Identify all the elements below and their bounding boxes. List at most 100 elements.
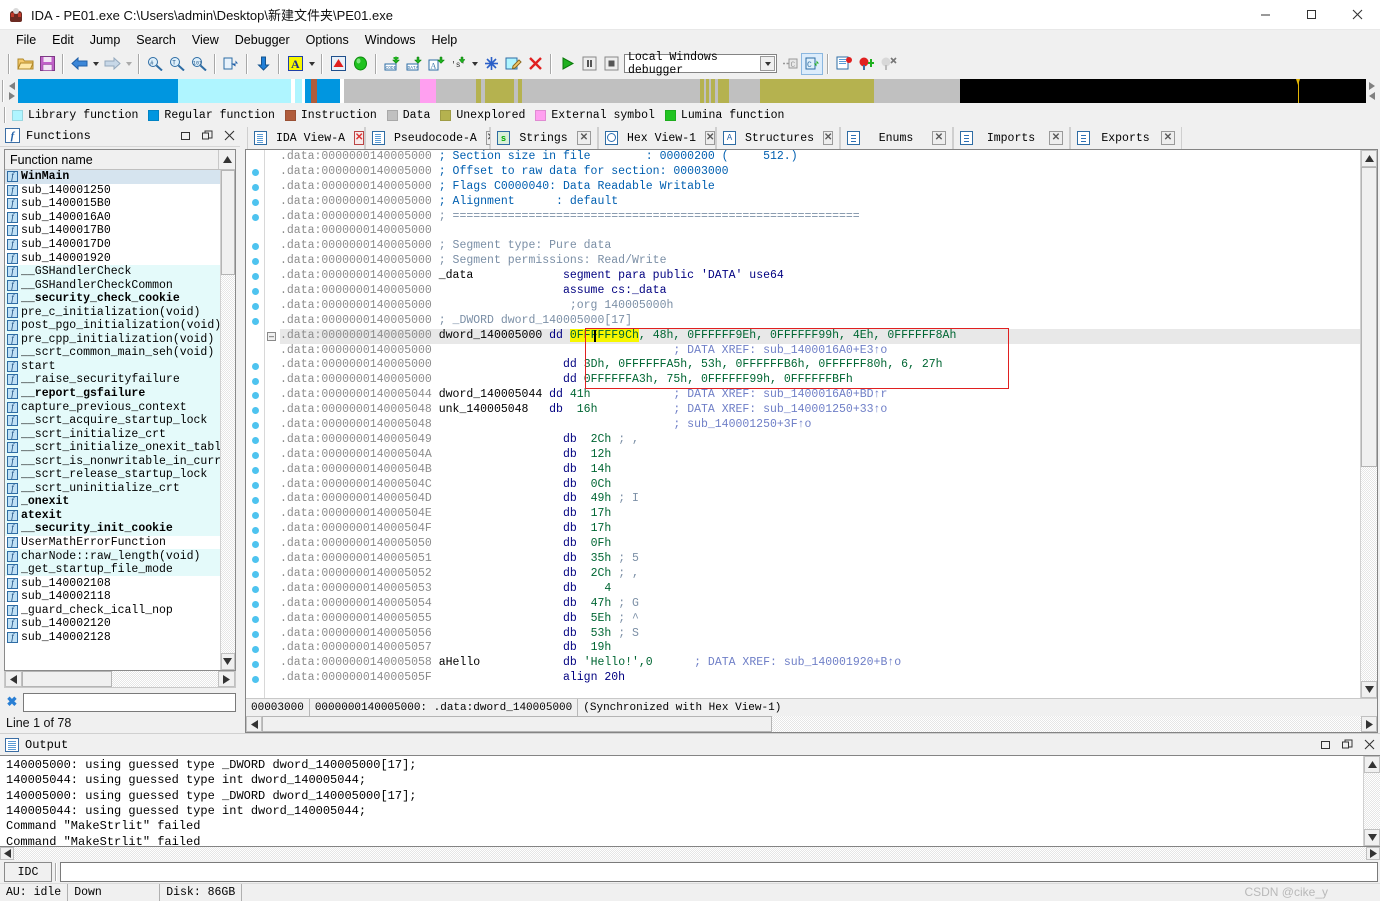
disassembly-code-area[interactable]: .data:0000000140005000 ; Section size in… xyxy=(278,150,1360,698)
fold-toggle-icon[interactable]: – xyxy=(267,331,276,341)
undefine-icon[interactable] xyxy=(524,53,546,75)
scrollbar-track[interactable] xyxy=(1364,773,1380,829)
panel-float-button[interactable] xyxy=(196,126,218,146)
disassembly-line[interactable]: .data:0000000140005000 dword_140005000 d… xyxy=(280,328,1360,344)
function-list-item[interactable]: f sub_1400017B0 xyxy=(5,224,220,238)
disassembly-line[interactable]: .data:000000014000504B db 14h xyxy=(280,463,1360,478)
disassembly-line[interactable]: .data:0000000140005000 ; Alignment : def… xyxy=(280,195,1360,210)
disassembly-line[interactable]: .data:0000000140005000 ; Section size in… xyxy=(280,150,1360,165)
functions-filter-input[interactable] xyxy=(23,692,236,712)
view-tab-imports[interactable]: Imports ✕ xyxy=(953,127,1070,149)
attach-process-icon[interactable]: C xyxy=(779,53,801,75)
disassembly-horizontal-scrollbar[interactable] xyxy=(246,716,1377,732)
scroll-up-button[interactable] xyxy=(218,150,235,169)
make-ascii-icon[interactable]: A xyxy=(425,53,447,75)
make-data-icon[interactable]: DATA xyxy=(403,53,425,75)
scrollbar-track[interactable] xyxy=(1361,467,1377,681)
disassembly-line[interactable]: .data:0000000140005000 dd 3Dh, 0FFFFFFA5… xyxy=(280,358,1360,373)
del-breakpoint-icon[interactable] xyxy=(877,53,899,75)
breakpoint-list-icon[interactable] xyxy=(833,53,855,75)
scrollbar-thumb[interactable] xyxy=(262,716,772,732)
output-vertical-scrollbar[interactable] xyxy=(1363,756,1380,846)
function-list-item[interactable]: f charNode::raw_length(void) xyxy=(5,549,220,563)
function-list-item[interactable]: f WinMain xyxy=(5,170,220,184)
function-list-item[interactable]: f __scrt_initialize_crt xyxy=(5,427,220,441)
output-log[interactable]: 140005000: using guessed type _DWORD dwo… xyxy=(0,756,1363,846)
menu-options[interactable]: Options xyxy=(298,31,357,49)
scrollbar-track[interactable] xyxy=(14,846,1366,860)
rename-dropdown-arrow-icon[interactable] xyxy=(306,53,317,75)
function-list-item[interactable]: f __scrt_uninitialize_crt xyxy=(5,481,220,496)
close-icon[interactable]: ✕ xyxy=(705,131,716,145)
function-list-item[interactable]: f __scrt_initialize_onexit_tables xyxy=(5,440,220,455)
nav-band-scroll-left[interactable] xyxy=(6,79,18,103)
panel-close-button[interactable] xyxy=(1358,735,1380,755)
run-graph-icon[interactable] xyxy=(349,53,371,75)
scroll-right-button[interactable] xyxy=(1366,846,1380,860)
disassembly-line[interactable]: .data:0000000140005055 db 5Eh ; ^ xyxy=(280,612,1360,627)
search-hash-icon[interactable]: # xyxy=(144,53,166,75)
function-list-item[interactable]: f capture_previous_context xyxy=(5,400,220,414)
scroll-right-button[interactable] xyxy=(1361,716,1377,732)
make-code-icon[interactable]: CODE xyxy=(381,53,403,75)
disassembly-line[interactable]: .data:0000000140005000 ; DATA XREF: sub_… xyxy=(280,344,1360,359)
back-dropdown-arrow-icon[interactable] xyxy=(90,53,101,75)
output-horizontal-scrollbar[interactable] xyxy=(0,846,1380,860)
panel-close-button[interactable] xyxy=(218,126,240,146)
disassembly-line[interactable]: .data:0000000140005052 db 2Ch ; , xyxy=(280,567,1360,582)
view-tab-exports[interactable]: Exports ✕ xyxy=(1070,127,1182,149)
rename-icon[interactable]: A xyxy=(284,53,306,75)
pause-icon[interactable] xyxy=(578,53,600,75)
menu-windows[interactable]: Windows xyxy=(357,31,424,49)
disassembly-line[interactable]: .data:0000000140005000 ; Segment type: P… xyxy=(280,239,1360,254)
disassembly-line[interactable]: .data:0000000140005000 ;org 140005000h xyxy=(280,299,1360,314)
close-icon[interactable]: ✕ xyxy=(932,131,946,145)
disassembly-line[interactable]: .data:0000000140005000 ; Offset to raw d… xyxy=(280,165,1360,180)
function-list-item[interactable]: f pre_c_initialization(void) xyxy=(5,305,220,320)
function-list-item[interactable]: f pre_cpp_initialization(void) xyxy=(5,332,220,347)
function-list-item[interactable]: f __scrt_common_main_seh(void) xyxy=(5,346,220,360)
disassembly-line[interactable]: .data:000000014000505F align 20h xyxy=(280,671,1360,686)
function-list-item[interactable]: f sub_140002108 xyxy=(5,576,220,590)
function-list-item[interactable]: f UserMathErrorFunction xyxy=(5,536,220,550)
function-list-item[interactable]: f__scrt_is_nonwritable_in_current xyxy=(5,454,220,469)
open-file-icon[interactable] xyxy=(14,53,36,75)
disassembly-line[interactable]: .data:0000000140005049 db 2Ch ; , xyxy=(280,433,1360,448)
disassembly-line[interactable]: .data:000000014000504D db 49h ; I xyxy=(280,492,1360,507)
view-tab-structures[interactable]: A Structures ✕ xyxy=(716,127,840,149)
function-list-item[interactable]: f sub_140002120 xyxy=(5,617,220,631)
function-list-item[interactable]: f _guard_check_icall_nop xyxy=(5,604,220,618)
function-list-item[interactable]: f _get_startup_file_mode xyxy=(5,562,220,577)
function-list-item[interactable]: f __report_gsfailure xyxy=(5,386,220,401)
close-icon[interactable]: ✕ xyxy=(823,131,834,145)
menu-help[interactable]: Help xyxy=(423,31,465,49)
disassembly-line[interactable]: .data:0000000140005057 db 19h xyxy=(280,641,1360,656)
disassembly-line[interactable]: .data:0000000140005000 ; _DWORD dword_14… xyxy=(280,314,1360,329)
menu-debugger[interactable]: Debugger xyxy=(227,31,298,49)
scroll-left-button[interactable] xyxy=(0,846,14,860)
disassembly-fold-gutter[interactable]: – xyxy=(264,150,278,698)
function-list-item[interactable]: f __GSHandlerCheckCommon xyxy=(5,278,220,292)
disassembly-line[interactable]: .data:0000000140005000 dd 0FFFFFFA3h, 75… xyxy=(280,373,1360,388)
view-tab-strings[interactable]: s Strings ✕ xyxy=(490,127,598,149)
problems-icon[interactable] xyxy=(327,53,349,75)
scroll-down-button[interactable] xyxy=(1364,828,1380,846)
function-list-item[interactable]: f __security_check_cookie xyxy=(5,291,220,306)
jump-xref-icon[interactable] xyxy=(220,53,242,75)
edit-function-icon[interactable] xyxy=(502,53,524,75)
functions-list[interactable]: f WinMain f sub_140001250 f sub_1400015B0 f sub… xyxy=(5,170,220,670)
close-icon[interactable]: ✕ xyxy=(354,131,365,145)
menu-view[interactable]: View xyxy=(184,31,227,49)
menu-jump[interactable]: Jump xyxy=(82,31,129,49)
close-button[interactable] xyxy=(1334,0,1380,30)
save-file-icon[interactable] xyxy=(36,53,58,75)
function-list-item[interactable]: f __scrt_acquire_startup_lock xyxy=(5,413,220,428)
function-list-item[interactable]: f sub_140001920 xyxy=(5,251,220,265)
disassembly-line[interactable]: .data:000000014000504A db 12h xyxy=(280,448,1360,463)
navigation-band[interactable] xyxy=(18,79,1366,103)
function-list-item[interactable]: f start xyxy=(5,359,220,374)
menu-edit[interactable]: Edit xyxy=(44,31,82,49)
functions-column-header[interactable]: Function name xyxy=(5,150,235,170)
maximize-button[interactable] xyxy=(1288,0,1334,30)
view-tab-pseudocode-a[interactable]: Pseudocode-A✕ xyxy=(365,127,497,149)
